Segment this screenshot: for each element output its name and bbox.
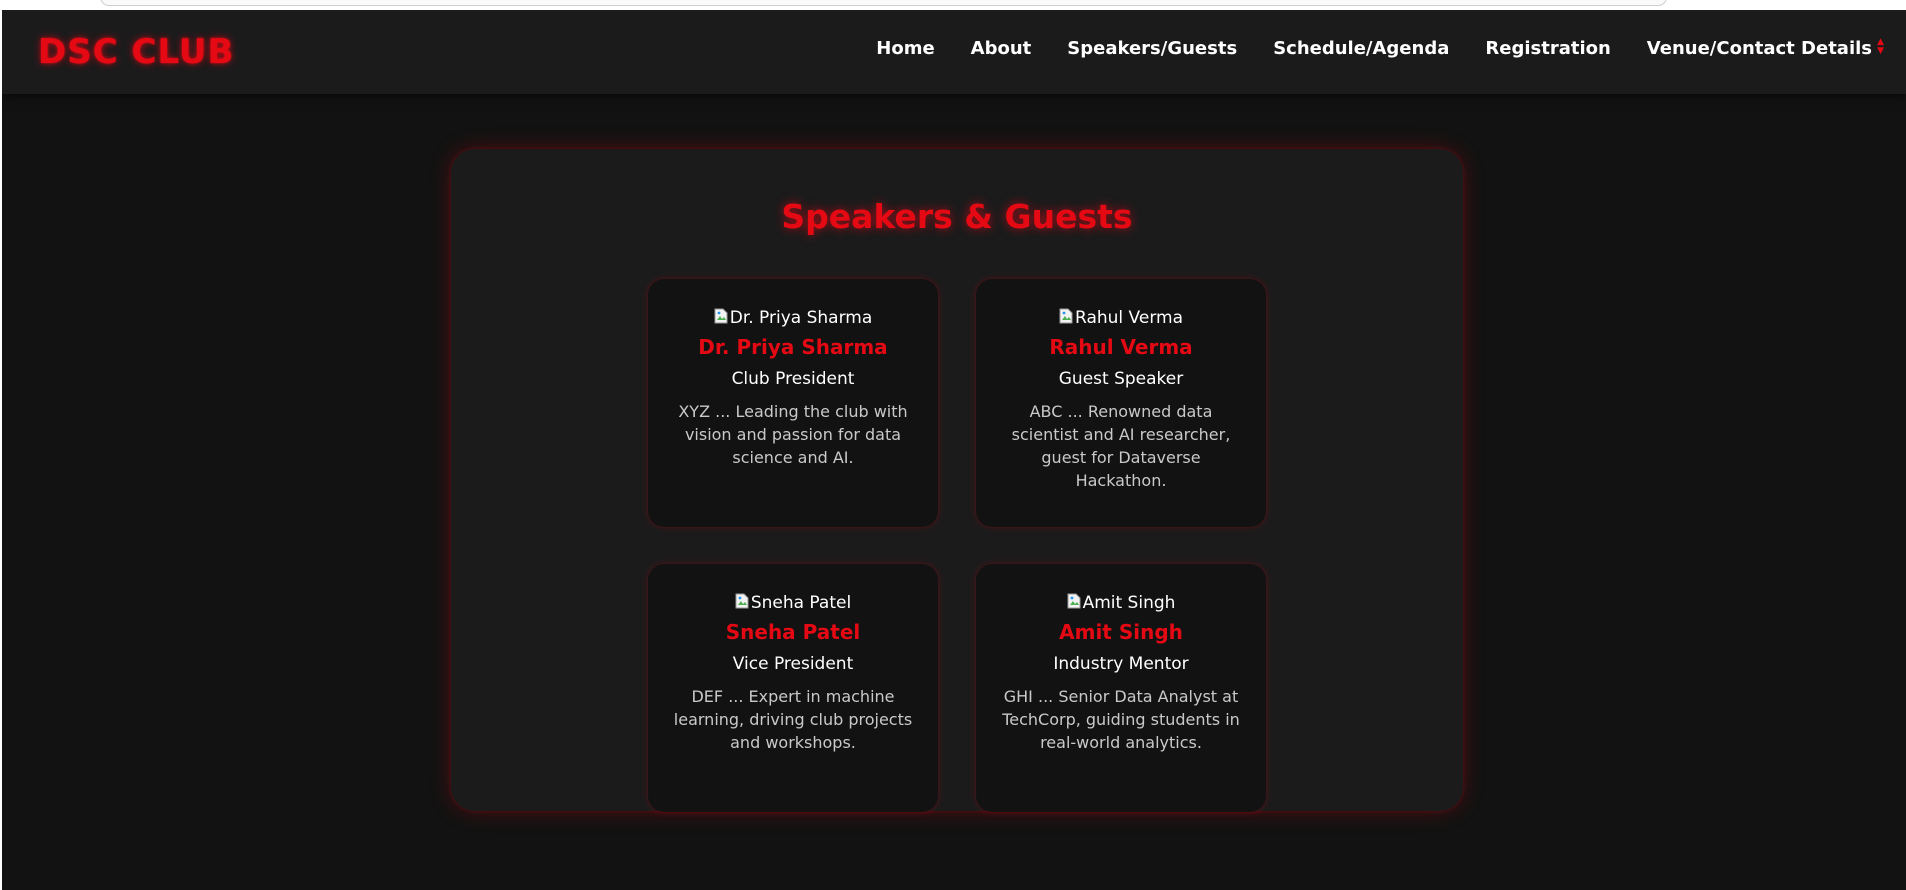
speaker-bio: XYZ ... Leading the club with vision and… (678, 402, 908, 467)
broken-image-icon (735, 593, 749, 609)
speaker-photo: Sneha Patel (735, 592, 851, 614)
nav-home[interactable]: Home (876, 38, 934, 59)
speaker-role: Vice President (732, 654, 854, 674)
address-bar-edge (100, 0, 1667, 6)
speaker-photo-alt-text: Rahul Verma (1075, 308, 1183, 328)
speaker-photo: Rahul Verma (1059, 307, 1183, 329)
speaker-card: Sneha Patel Sneha Patel Vice President D… (648, 564, 938, 812)
speaker-name: Dr. Priya Sharma (698, 335, 888, 359)
browser-frame-edge (0, 0, 1906, 10)
broken-image-icon (714, 308, 728, 324)
nav-registration[interactable]: Registration (1485, 38, 1610, 59)
navbar: DSC CLUB Home About Speakers/Guests Sche… (2, 10, 1906, 94)
speaker-name: Amit Singh (1059, 620, 1183, 644)
nav-schedule-agenda[interactable]: Schedule/Agenda (1273, 38, 1449, 59)
speaker-bio: GHI ... Senior Data Analyst at TechCorp,… (1002, 687, 1240, 752)
speakers-section: Speakers & Guests Dr. Priya Sharma Dr. P… (451, 149, 1463, 812)
nav-venue-wrapper: Venue/Contact Details ▲ ▼ (1647, 38, 1884, 60)
speaker-card: Rahul Verma Rahul Verma Guest Speaker AB… (976, 279, 1266, 527)
nav-venue-contact[interactable]: Venue/Contact Details (1647, 38, 1872, 59)
broken-image-icon (1067, 593, 1081, 609)
speaker-photo: Amit Singh (1067, 592, 1176, 614)
brand-logo[interactable]: DSC CLUB (38, 32, 234, 72)
speaker-role: Industry Mentor (1053, 654, 1189, 674)
speaker-role: Club President (731, 369, 855, 389)
speaker-photo-alt-text: Sneha Patel (750, 593, 852, 613)
speakers-grid: Dr. Priya Sharma Dr. Priya Sharma Club P… (648, 279, 1268, 812)
speaker-photo-alt-text: Dr. Priya Sharma (729, 308, 873, 328)
speaker-card: Amit Singh Amit Singh Industry Mentor GH… (976, 564, 1266, 812)
speaker-photo-alt-text: Amit Singh (1082, 593, 1176, 613)
speaker-name: Rahul Verma (1049, 335, 1193, 359)
speaker-card: Dr. Priya Sharma Dr. Priya Sharma Club P… (648, 279, 938, 527)
speaker-bio: ABC ... Renowned data scientist and AI r… (1011, 402, 1231, 490)
nav-speakers-guests[interactable]: Speakers/Guests (1067, 38, 1237, 59)
speaker-role: Guest Speaker (1058, 369, 1184, 389)
page-viewport: DSC CLUB Home About Speakers/Guests Sche… (2, 10, 1906, 890)
section-title: Speakers & Guests (781, 197, 1133, 236)
speaker-bio: DEF ... Expert in machine learning, driv… (673, 687, 913, 752)
speaker-name: Sneha Patel (725, 620, 861, 644)
nav-about[interactable]: About (971, 38, 1032, 59)
broken-image-icon (1059, 308, 1073, 324)
speaker-photo: Dr. Priya Sharma (714, 307, 873, 329)
scroll-arrows-icon[interactable]: ▲ ▼ (1877, 38, 1884, 56)
main-nav: Home About Speakers/Guests Schedule/Agen… (876, 38, 1884, 60)
